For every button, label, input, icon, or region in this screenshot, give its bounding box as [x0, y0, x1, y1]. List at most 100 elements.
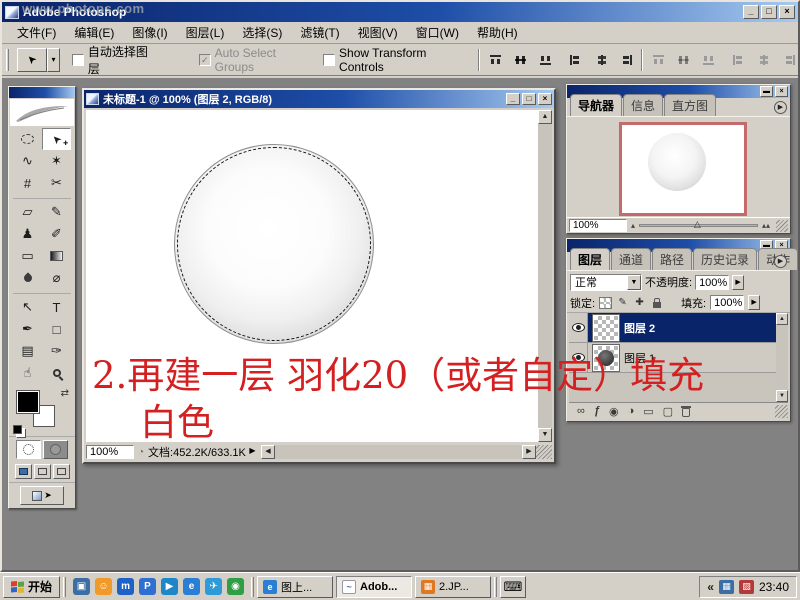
menu-window[interactable]: 窗口(W) [407, 21, 468, 44]
scroll-left-button[interactable]: ◀ [261, 445, 275, 459]
start-button[interactable]: 开始 [3, 576, 60, 598]
zoom-slider-thumb[interactable]: △ [694, 219, 701, 230]
menu-image[interactable]: 图像(I) [123, 21, 176, 44]
tab-channels[interactable]: 通道 [611, 248, 651, 270]
menu-filter[interactable]: 滤镜(T) [291, 21, 348, 44]
layer-style-icon[interactable]: ƒ [594, 405, 600, 417]
menu-select[interactable]: 选择(S) [233, 21, 291, 44]
layer2-name[interactable]: 图层 2 [624, 320, 655, 336]
dodge-tool[interactable]: ⌀ [42, 267, 71, 289]
eraser-tool[interactable]: ▭ [13, 245, 42, 267]
distribute-vertical-centers-button[interactable] [676, 54, 691, 66]
full-screen-mode-button[interactable] [53, 464, 70, 479]
status-zoom-field[interactable]: 100% [86, 445, 134, 459]
zoom-out-icon[interactable]: ▴ [631, 222, 635, 230]
blend-dropdown-icon[interactable]: ▼ [627, 275, 641, 290]
lasso-tool[interactable]: ∿ [13, 150, 42, 172]
antivirus-tray-icon[interactable]: ▨ [739, 580, 754, 594]
align-bottom-edges-button[interactable] [538, 54, 553, 66]
blend-mode-dropdown[interactable]: 正常 ▼ [570, 274, 642, 291]
magic-wand-tool[interactable]: ✶ [42, 150, 71, 172]
align-right-edges-button[interactable] [618, 54, 633, 66]
lock-position-button[interactable]: ✚ [633, 297, 646, 309]
photoshop-feather-logo[interactable] [10, 99, 74, 126]
distribute-top-edges-button[interactable] [651, 54, 666, 66]
navigator-proxy-view[interactable] [619, 122, 747, 216]
delete-layer-icon[interactable] [682, 408, 690, 417]
doc-close-button[interactable]: × [538, 93, 552, 105]
quicklaunch-pplive-icon[interactable]: P [139, 578, 156, 595]
history-brush-tool[interactable]: ✐ [42, 223, 71, 245]
quicklaunch-messenger-icon[interactable]: ☺ [95, 578, 112, 595]
quicklaunch-maxthon-icon[interactable]: m [117, 578, 134, 595]
doc-minimize-button[interactable]: _ [506, 93, 520, 105]
distribute-horizontal-centers-button[interactable] [756, 54, 771, 66]
zoom-in-icon[interactable]: ▴▴ [762, 222, 770, 230]
shape-tool[interactable]: □ [42, 318, 71, 340]
layers-scroll-down[interactable]: ▼ [776, 390, 788, 402]
quicklaunch-app-window-icon[interactable]: ▣ [73, 578, 90, 595]
layers-resize-grip[interactable] [775, 405, 788, 418]
link-layers-icon[interactable]: ∞ [577, 405, 585, 417]
task-button-image-viewer[interactable]: ▦ 2.JP... [415, 576, 491, 598]
move-tool[interactable]: ➤✚ [42, 128, 71, 150]
toolbox-titlebar[interactable] [9, 87, 75, 98]
standard-screen-mode-button[interactable] [15, 464, 32, 479]
resize-grip[interactable] [536, 445, 552, 459]
auto-select-layer-checkbox[interactable] [72, 54, 84, 66]
pen-tool[interactable]: ✒ [13, 318, 42, 340]
options-grip[interactable] [6, 49, 9, 71]
full-screen-menubar-mode-button[interactable] [34, 464, 51, 479]
hand-tool[interactable]: ☝ [13, 362, 42, 384]
align-left-edges-button[interactable] [569, 54, 584, 66]
close-button[interactable]: × [779, 5, 795, 19]
show-transform-controls-checkbox[interactable] [323, 54, 335, 66]
navigator-resize-grip[interactable] [776, 220, 788, 232]
menu-edit[interactable]: 编辑(E) [65, 21, 123, 44]
slice-tool[interactable]: ✂ [42, 172, 71, 194]
lock-transparency-button[interactable] [599, 297, 612, 309]
quick-mask-mode-button[interactable] [43, 440, 68, 459]
scroll-down-button[interactable]: ▼ [538, 428, 552, 442]
tool-preset-dropdown[interactable]: ▾ [47, 48, 60, 72]
layer-mask-icon[interactable]: ◉ [609, 405, 619, 418]
lock-all-button[interactable] [650, 297, 663, 309]
eyedropper-tool[interactable]: ✑ [42, 340, 71, 362]
scroll-up-button[interactable]: ▲ [538, 110, 552, 124]
align-horizontal-centers-button[interactable] [594, 54, 609, 66]
default-colors-icon[interactable] [13, 425, 22, 434]
navigator-menu-button[interactable]: ▶ [774, 101, 787, 114]
quicklaunch-acdsee-icon[interactable]: ◉ [227, 578, 244, 595]
jump-to-imageready-button[interactable]: ➤ [20, 486, 64, 505]
tab-info[interactable]: 信息 [623, 94, 663, 116]
layer-row-2[interactable]: 图层 2 [569, 313, 776, 343]
opacity-slider-button[interactable]: ▶ [732, 275, 744, 290]
tab-navigator[interactable]: 导航器 [570, 94, 622, 116]
current-tool-button[interactable]: ➤ [17, 48, 47, 72]
task-button-photoshop[interactable]: ~ Adob... [336, 576, 412, 598]
input-method-button[interactable]: ⌨ [500, 576, 526, 598]
align-vertical-centers-button[interactable] [513, 54, 528, 66]
elliptical-marquee-tool[interactable] [13, 128, 42, 150]
brush-tool[interactable]: ✎ [42, 201, 71, 223]
menu-layer[interactable]: 图层(L) [177, 21, 234, 44]
adjustment-layer-icon[interactable]: ◑ [628, 405, 635, 417]
new-layer-icon[interactable]: ▢ [663, 405, 673, 418]
blur-tool[interactable] [13, 267, 42, 289]
network-tray-icon[interactable]: ▦ [719, 580, 734, 594]
lock-pixels-button[interactable]: ✎ [616, 297, 629, 309]
swap-colors-icon[interactable]: ⇄ [61, 388, 69, 399]
fill-slider-button[interactable]: ▶ [748, 295, 760, 310]
maximize-button[interactable]: □ [761, 5, 777, 19]
horizontal-scrollbar[interactable]: ◀ ▶ [261, 445, 536, 459]
status-popup-button[interactable]: ▶ [246, 445, 259, 459]
layer2-thumbnail[interactable] [593, 315, 619, 341]
layer2-visibility-cell[interactable] [569, 313, 588, 342]
tab-layers[interactable]: 图层 [570, 248, 610, 270]
layers-scrollbar[interactable]: ▲ ▼ [776, 313, 788, 402]
layers-menu-button[interactable]: ▶ [774, 255, 787, 268]
tab-histogram[interactable]: 直方图 [664, 94, 716, 116]
foreground-color-swatch[interactable] [17, 391, 39, 413]
task-button-webpage[interactable]: e 图上... [257, 576, 333, 598]
zoom-tool[interactable] [42, 362, 71, 384]
